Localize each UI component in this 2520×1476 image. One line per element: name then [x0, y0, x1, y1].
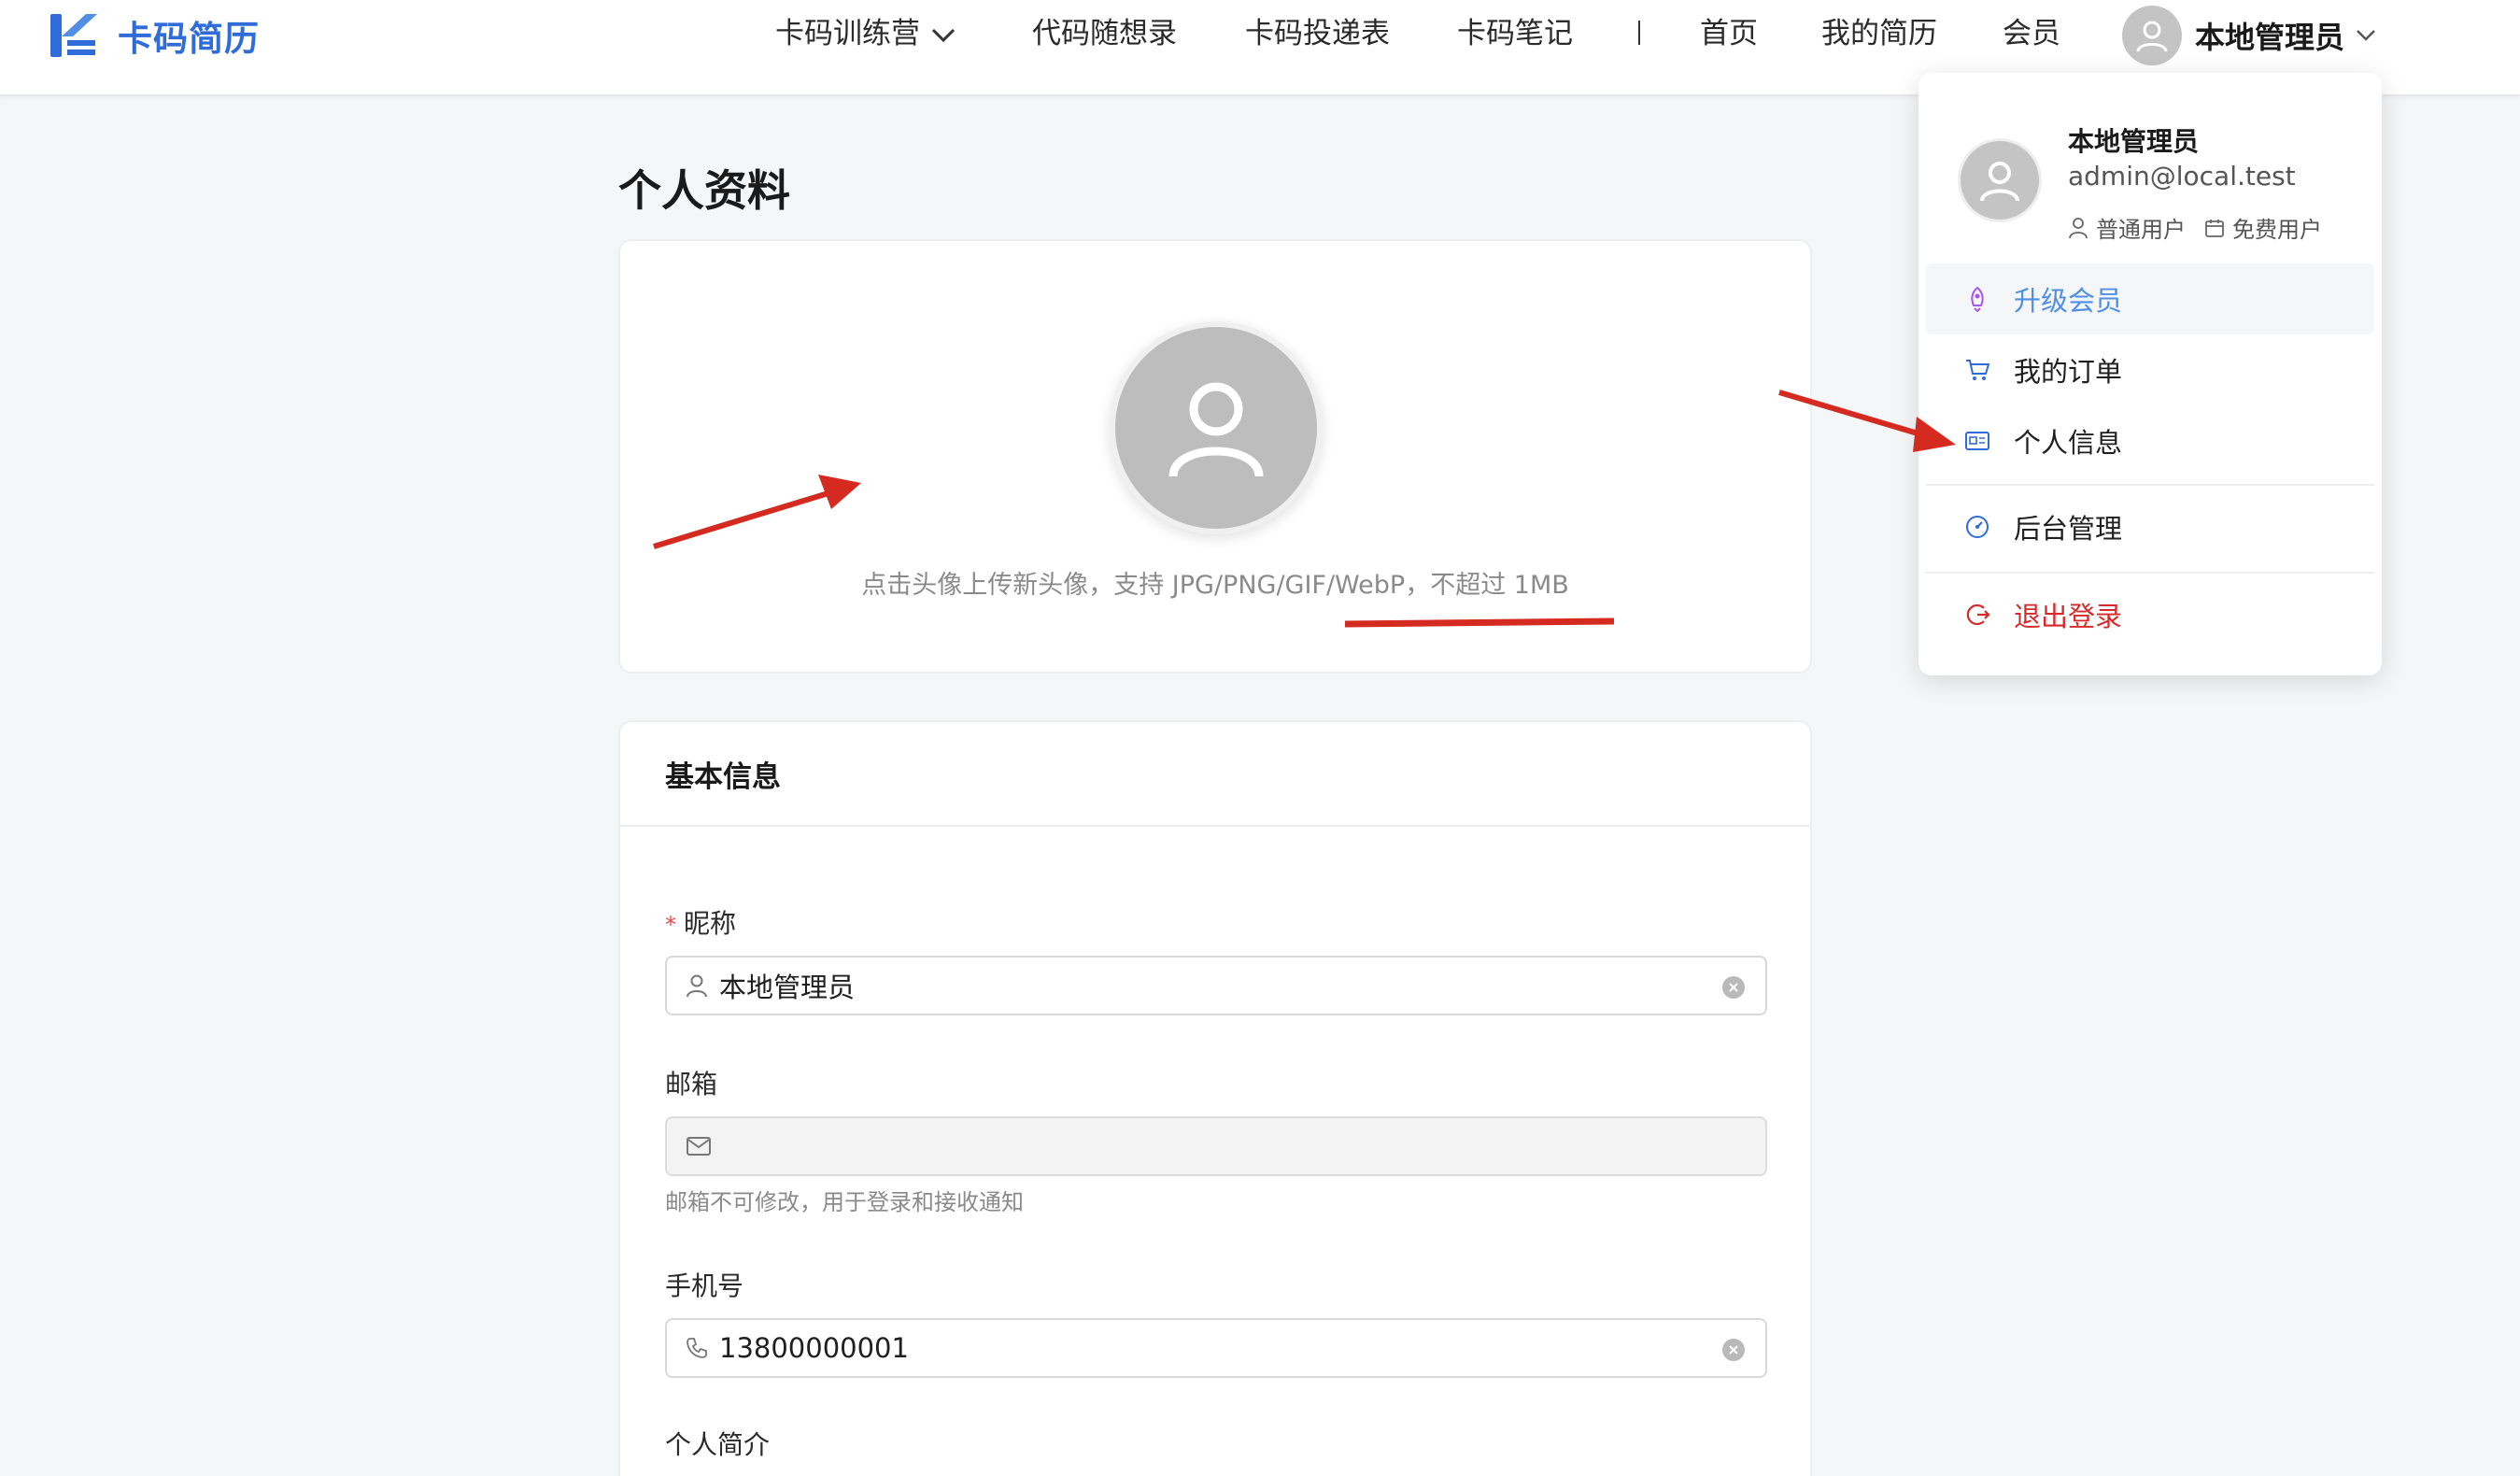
menu-divider [1926, 484, 2374, 486]
section-heading: 基本信息 [620, 722, 1810, 827]
avatar-hint: 点击头像上传新头像，支持 JPG/PNG/GIF/WebP，不超过 1MB [861, 571, 1569, 600]
phone-field[interactable]: 13800000001 [665, 1318, 1767, 1378]
avatar-upload-button[interactable] [1110, 321, 1323, 534]
cart-icon [1963, 356, 1991, 384]
tag-free-user: 免费用户 [2204, 211, 2322, 244]
user-menu-trigger[interactable]: 本地管理员 [2122, 6, 2376, 65]
nav-divider [1638, 21, 1640, 45]
bio-label: 个人简介 [665, 1429, 771, 1460]
user-dropdown-menu: 本地管理员 admin@local.test 普通用户 免费用户 升级会员 我的… [1918, 73, 2382, 675]
user-icon [2136, 21, 2168, 52]
avatar [1958, 138, 2042, 222]
nav-my-resume[interactable]: 我的简历 [1821, 9, 1937, 51]
nav-membership[interactable]: 会员 [2003, 9, 2060, 51]
user-icon [1168, 382, 1264, 477]
user-icon [1980, 162, 2019, 202]
calendar-icon [2205, 219, 2224, 237]
user-icon [687, 974, 707, 998]
dashboard-icon [1963, 513, 1991, 541]
menu-my-orders[interactable]: 我的订单 [1926, 334, 2374, 405]
tag-normal-user: 普通用户 [2068, 211, 2186, 244]
email-help: 邮箱不可修改，用于登录和接收通知 [665, 1189, 1024, 1215]
nickname-field[interactable]: 本地管理员 [665, 956, 1767, 1015]
nav-home[interactable]: 首页 [1700, 9, 1758, 51]
nav-code-notes[interactable]: 代码随想录 [1032, 9, 1177, 51]
menu-admin[interactable]: 后台管理 [1926, 491, 2374, 562]
chevron-down-icon [931, 28, 956, 42]
user-icon [2069, 217, 2088, 238]
logo[interactable]: 卡码简历 [49, 7, 260, 64]
nav-notes[interactable]: 卡码笔记 [1457, 9, 1573, 51]
email-label: 邮箱 [665, 1069, 718, 1100]
phone-icon [687, 1338, 707, 1358]
user-name: 本地管理员 [2195, 20, 2345, 55]
page-title: 个人资料 [618, 165, 790, 216]
required-mark: * [665, 912, 676, 938]
nav-delivery-table[interactable]: 卡码投递表 [1245, 9, 1390, 51]
menu-profile-info[interactable]: 个人信息 [1926, 405, 2374, 476]
avatar [2122, 6, 2182, 65]
chevron-down-icon [2357, 30, 2375, 41]
email-field [665, 1116, 1767, 1176]
avatar-card: 点击头像上传新头像，支持 JPG/PNG/GIF/WebP，不超过 1MB [618, 239, 1812, 674]
nav-training-camp[interactable]: 卡码训练营 [775, 9, 956, 51]
menu-divider [1926, 572, 2374, 574]
clear-icon[interactable] [1722, 1339, 1745, 1361]
phone-label: 手机号 [665, 1270, 744, 1301]
basic-info-card: 基本信息 * 昵称 本地管理员 邮箱 邮箱不可修改，用于登录和接收通知 手机号 1… [618, 720, 1812, 1476]
menu-logout[interactable]: 退出登录 [1926, 579, 2374, 650]
nickname-label: * 昵称 [665, 908, 737, 939]
menu-upgrade-membership[interactable]: 升级会员 [1926, 263, 2374, 334]
rocket-icon [1963, 285, 1991, 313]
dropdown-user-email: admin@local.test [2068, 161, 2296, 192]
id-card-icon [1963, 427, 1991, 455]
mail-icon [687, 1137, 711, 1156]
logout-icon [1963, 601, 1991, 629]
dropdown-user-name: 本地管理员 [2068, 126, 2200, 157]
logo-icon [49, 8, 103, 63]
clear-icon[interactable] [1722, 976, 1745, 999]
user-tags: 普通用户 免费用户 [2068, 211, 2341, 244]
logo-text: 卡码简历 [118, 19, 260, 59]
